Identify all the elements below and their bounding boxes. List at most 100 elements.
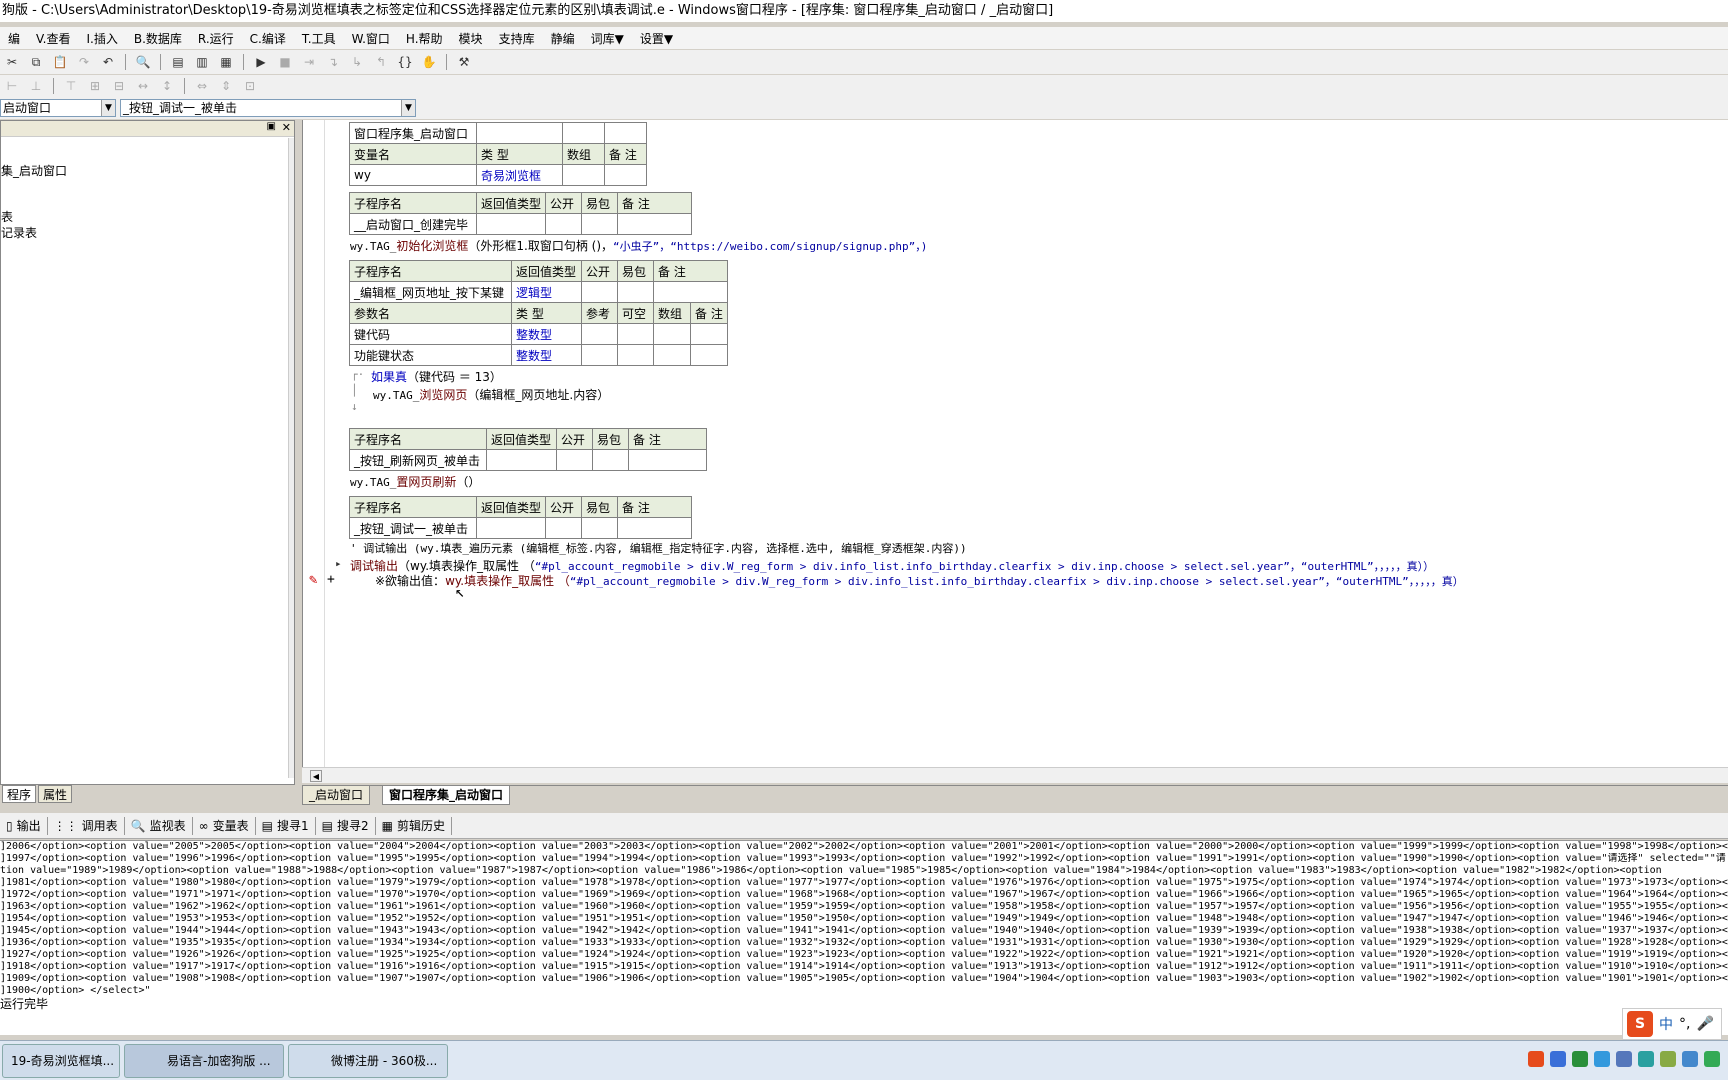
cut-icon[interactable]: ✂	[2, 53, 22, 71]
tab-clip-history[interactable]: ▦ 剪辑历史	[376, 816, 452, 835]
menu-compile[interactable]: C.编译	[242, 30, 294, 47]
code-line[interactable]: 如果真（键代码 ＝ 13）	[371, 368, 502, 385]
monitor-icon[interactable]	[1638, 1051, 1654, 1067]
menu-database[interactable]: B.数据库	[126, 30, 190, 47]
menu-module[interactable]: 模块	[451, 30, 491, 47]
taskbar-item[interactable]: 19-奇易浏览框填...	[2, 1044, 120, 1078]
copy-icon[interactable]: ⧉	[26, 53, 46, 71]
tab-window-assembly[interactable]: 窗口程序集_启动窗口	[382, 786, 511, 805]
code-comment-line[interactable]: ' 调试输出 (wy.填表_遍历元素 (编辑框_标签.内容, 编辑框_指定特征字…	[350, 540, 967, 556]
same-width-icon[interactable]: ⇔	[192, 77, 212, 95]
menu-window[interactable]: W.窗口	[344, 30, 398, 47]
same-size-icon[interactable]: ⊡	[240, 77, 260, 95]
chevron-down-icon[interactable]: ▼	[101, 100, 115, 116]
table-cell[interactable]	[617, 323, 654, 345]
align-bottom-icon[interactable]: ⊟	[109, 77, 129, 95]
table-cell[interactable]	[581, 323, 618, 345]
subroutine-selector[interactable]: _按钮_调试一_被单击 ▼	[120, 99, 416, 117]
align-center-icon[interactable]: ⊥	[26, 77, 46, 95]
step-icon[interactable]: ⇥	[299, 53, 319, 71]
align-top-icon[interactable]: ⊤	[61, 77, 81, 95]
tab-program[interactable]: 程序	[2, 785, 37, 803]
table-cell[interactable]	[562, 164, 605, 186]
tree-item[interactable]: 集_启动窗口	[1, 163, 294, 179]
network-icon[interactable]	[1572, 1051, 1588, 1067]
sogou-tray-icon[interactable]	[1528, 1051, 1544, 1067]
table-cell[interactable]: 整数型	[511, 344, 582, 366]
table-cell[interactable]	[604, 122, 647, 144]
code-line[interactable]: wy.TAG_浏览网页（编辑框_网页地址.内容）	[373, 386, 609, 403]
code-line[interactable]: ※欲输出值：wy.填表操作_取属性 （“#pl_account_regmobil…	[375, 572, 1464, 589]
table-cell[interactable]	[581, 344, 618, 366]
ime-toolbar[interactable]: S 中 °, 🎤	[1622, 1008, 1722, 1040]
table-cell[interactable]: 逻辑型	[511, 281, 582, 303]
close-icon[interactable]: ✕	[282, 121, 291, 134]
taskbar-item[interactable]: 易语言-加密狗版 ...	[124, 1044, 284, 1078]
table-cell[interactable]	[617, 517, 693, 539]
tab-watch[interactable]: 🔍 监视表	[125, 816, 193, 835]
menu-help[interactable]: H.帮助	[398, 30, 451, 47]
chat-icon[interactable]	[1616, 1051, 1632, 1067]
layout-2-icon[interactable]: ▥	[192, 53, 212, 71]
table-cell[interactable]	[617, 281, 654, 303]
tab-search2[interactable]: ▤ 搜寻2	[316, 816, 376, 835]
tab-call-stack[interactable]: ⋮⋮ 调用表	[48, 816, 125, 835]
table-cell[interactable]	[653, 281, 728, 303]
table-cell[interactable]	[617, 213, 693, 235]
table-cell[interactable]	[476, 122, 563, 144]
editor-hscrollbar[interactable]: ◀	[302, 767, 1728, 783]
table-cell[interactable]: 整数型	[511, 323, 582, 345]
tab-properties[interactable]: 属性	[38, 785, 73, 803]
table-cell[interactable]	[581, 517, 619, 539]
table-cell[interactable]	[475, 213, 547, 235]
layout-3-icon[interactable]: ▦	[216, 53, 236, 71]
tree-item[interactable]	[1, 179, 294, 209]
table-cell[interactable]	[556, 449, 593, 471]
table-cell[interactable]	[690, 344, 728, 366]
table-cell[interactable]: _按钮_调试一_被单击	[349, 517, 477, 539]
table-cell[interactable]	[581, 281, 618, 303]
sogou-logo-icon[interactable]: S	[1627, 1011, 1653, 1037]
table-cell[interactable]	[628, 449, 707, 471]
table-cell[interactable]	[617, 344, 654, 366]
table-cell[interactable]: 窗口程序集_启动窗口	[349, 122, 477, 144]
space-h-icon[interactable]: ↔	[133, 77, 153, 95]
space-v-icon[interactable]: ↕	[157, 77, 177, 95]
chevron-down-icon[interactable]: ▼	[401, 100, 415, 116]
table-cell[interactable]	[581, 213, 619, 235]
same-height-icon[interactable]: ⇕	[216, 77, 236, 95]
paste-icon[interactable]: 📋	[50, 53, 70, 71]
find-icon[interactable]: 🔍	[133, 53, 153, 71]
table-cell[interactable]: _编辑框_网页地址_按下某键	[349, 281, 512, 303]
menu-tools[interactable]: T.工具	[294, 30, 344, 47]
ime-lang[interactable]: 中	[1659, 1014, 1673, 1034]
table-cell[interactable]: 奇易浏览框	[476, 164, 563, 186]
code-line[interactable]: wy.TAG_初始化浏览框（外形框1.取窗口句柄 ()，“小虫子”，“https…	[350, 237, 927, 254]
left-scrollbar[interactable]	[288, 138, 294, 778]
step-over-icon[interactable]: ↳	[347, 53, 367, 71]
table-cell[interactable]	[545, 213, 583, 235]
table-cell[interactable]: 功能键状态	[349, 344, 512, 366]
menu-edit[interactable]: 编	[0, 30, 28, 47]
menu-view[interactable]: V.查看	[28, 30, 78, 47]
tree-item[interactable]: 记录表	[1, 225, 294, 241]
ime-punct[interactable]: °,	[1679, 1016, 1690, 1032]
scroll-left-icon[interactable]: ◀	[310, 770, 322, 782]
table-cell[interactable]	[562, 122, 605, 144]
security-icon[interactable]	[1704, 1051, 1720, 1067]
pin-icon[interactable]: ▣	[267, 121, 276, 132]
layout-1-icon[interactable]: ▤	[168, 53, 188, 71]
menu-settings[interactable]: 设置▼	[632, 30, 681, 47]
tool-icon[interactable]: ⚒	[454, 53, 474, 71]
table-cell[interactable]: __启动窗口_创建完毕	[349, 213, 477, 235]
menu-insert[interactable]: I.插入	[79, 30, 126, 47]
tab-variables[interactable]: ∞ 变量表	[193, 816, 256, 835]
breakpoint-icon[interactable]: {}	[395, 53, 415, 71]
undo-icon[interactable]: ↶	[98, 53, 118, 71]
menu-support-lib[interactable]: 支持库	[491, 30, 543, 47]
code-line[interactable]: wy.TAG_置网页刷新（）	[350, 473, 480, 490]
tab-output[interactable]: ▯ 输出	[0, 816, 48, 835]
expand-plus-icon[interactable]: +	[327, 572, 335, 587]
tree-item[interactable]: 表	[1, 209, 294, 225]
redo-icon[interactable]: ↷	[74, 53, 94, 71]
